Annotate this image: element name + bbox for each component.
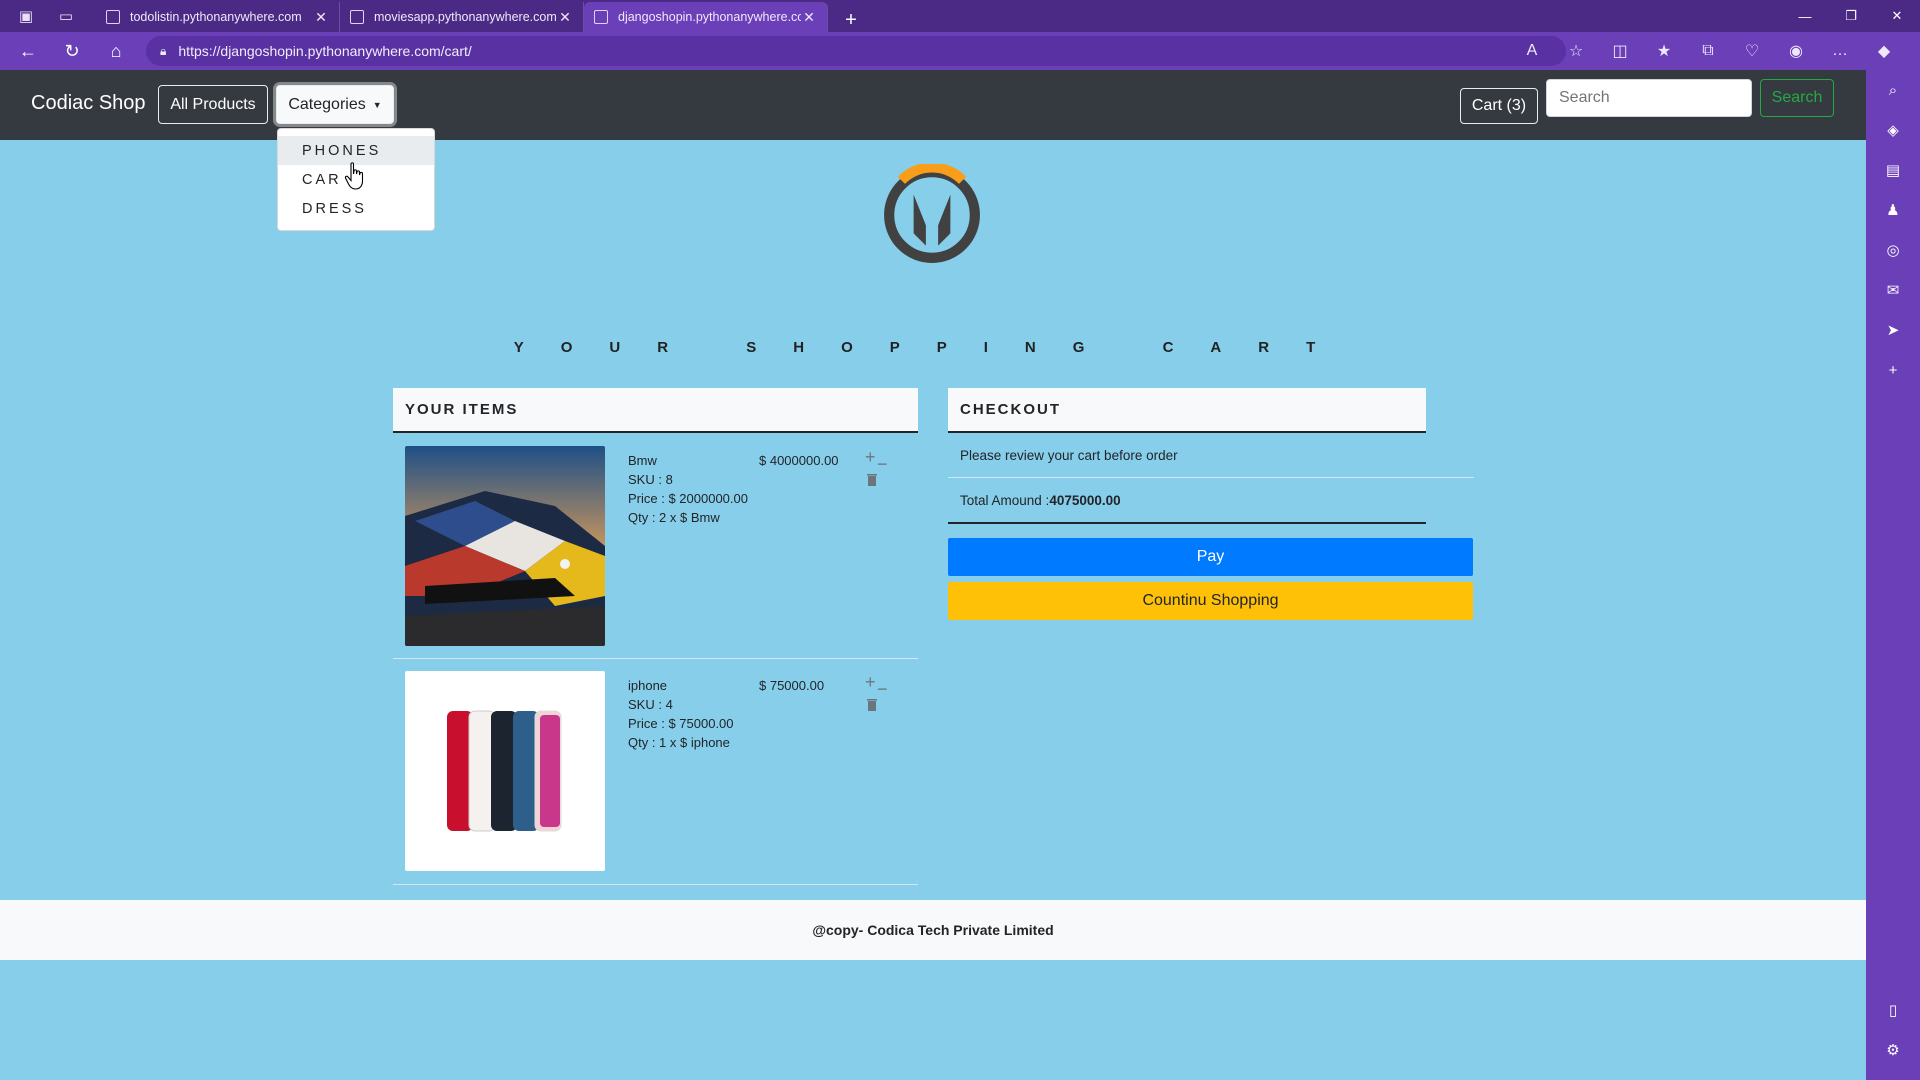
close-icon[interactable]: ✕ [801, 9, 817, 26]
restore-icon[interactable]: ❐ [1828, 0, 1874, 32]
tab-actions-icon[interactable]: ▭ [52, 2, 80, 30]
item-details: Bmw SKU : 8 Price : $ 2000000.00 Qty : 2… [628, 451, 748, 527]
caret-down-icon: ▼ [372, 99, 382, 110]
brand-link[interactable]: Codiac Shop [31, 92, 146, 115]
your-items-header: YOUR ITEMS [393, 388, 918, 433]
increase-plus-icon[interactable]: + [865, 673, 876, 691]
decrease-minus-icon[interactable]: − [877, 680, 888, 698]
page-footer: @copy- Codica Tech Private Limited [0, 900, 1866, 960]
browser-tab-bar: ▣ ▭ todolistin.pythonanywhere.com ✕ movi… [0, 0, 1920, 32]
refresh-icon[interactable]: ↻ [50, 32, 94, 70]
close-window-icon[interactable]: ✕ [1874, 0, 1920, 32]
shopping-tag-icon[interactable]: ◈ [1866, 110, 1920, 150]
total-value: 4075000.00 [1049, 492, 1121, 508]
collections-icon[interactable]: ⧉ [1686, 42, 1730, 60]
item-sku: SKU : 4 [628, 697, 673, 712]
office-icon[interactable]: ◎ [1866, 230, 1920, 270]
pay-button[interactable]: Pay [948, 538, 1473, 576]
read-aloud-icon[interactable]: A [1510, 42, 1554, 60]
cart-item-row: iphone SKU : 4 Price : $ 75000.00 Qty : … [393, 659, 918, 885]
settings-gear-icon[interactable]: ⚙ [1866, 1030, 1920, 1070]
item-total: $ 75000.00 [759, 678, 825, 693]
page-icon [594, 10, 608, 24]
url-bar[interactable]: 🔒︎ https://djangoshopin.pythonanywhere.c… [146, 36, 1566, 66]
all-products-button[interactable]: All Products [158, 85, 268, 124]
tab-title: moviesapp.pythonanywhere.com [374, 10, 557, 24]
tools-icon[interactable]: ▤ [1866, 150, 1920, 190]
page-heading: YOUR SHOPPING CART [513, 339, 1353, 356]
checkout-header: CHECKOUT [948, 388, 1426, 433]
checkout-total: Total Amound : 4075000.00 [948, 478, 1474, 522]
item-actions: + − [861, 448, 895, 488]
new-tab-button[interactable]: + [836, 9, 866, 32]
search-input[interactable] [1546, 79, 1752, 117]
item-qty: Qty : 1 x $ iphone [628, 735, 730, 750]
tab-title: todolistin.pythonanywhere.com [130, 10, 302, 24]
item-price: Price : $ 75000.00 [628, 716, 734, 731]
item-name: Bmw [628, 453, 657, 468]
outlook-icon[interactable]: ✉ [1866, 270, 1920, 310]
close-icon[interactable]: ✕ [557, 9, 573, 26]
toolbar-icons: A ☆ ◫ ★ ⧉ ♡ ◉ … ◆ [1510, 32, 1906, 70]
item-details: iphone SKU : 4 Price : $ 75000.00 Qty : … [628, 676, 748, 752]
favorites-icon[interactable]: ★ [1642, 41, 1686, 61]
browser-tab[interactable]: todolistin.pythonanywhere.com ✕ [96, 2, 340, 32]
copilot-icon[interactable]: ◆ [1862, 41, 1906, 61]
split-screen-icon[interactable]: ◫ [1598, 41, 1642, 61]
page-icon [350, 10, 364, 24]
home-icon[interactable]: ⌂ [94, 32, 138, 70]
total-label: Total Amound : [960, 492, 1050, 508]
page-icon [106, 10, 120, 24]
close-icon[interactable]: ✕ [313, 9, 329, 26]
back-icon[interactable]: ← [6, 32, 50, 70]
url-text: https://djangoshopin.pythonanywhere.com/… [178, 43, 472, 59]
send-icon[interactable]: ➤ [1866, 310, 1920, 350]
tab-title: djangoshopin.pythonanywhere.com [618, 10, 801, 24]
categories-dropdown-button[interactable]: Categories ▼ [276, 85, 394, 124]
continue-shopping-button[interactable]: Countinu Shopping [948, 582, 1473, 620]
increase-plus-icon[interactable]: + [865, 448, 876, 466]
item-sku: SKU : 8 [628, 472, 673, 487]
address-toolbar: ← ↻ ⌂ 🔒︎ https://djangoshopin.pythonanyw… [0, 32, 1920, 70]
checkout-body: Please review your cart before order Tot… [948, 434, 1474, 524]
more-options-icon[interactable]: … [1818, 42, 1862, 60]
item-total: $ 4000000.00 [759, 453, 839, 468]
overwatch-logo [884, 164, 980, 263]
item-actions: + − [861, 673, 895, 713]
tab-strip: todolistin.pythonanywhere.com ✕ moviesap… [96, 0, 866, 32]
hand-cursor-icon [344, 162, 364, 190]
search-button[interactable]: Search [1760, 79, 1834, 117]
profile-icon[interactable]: ◉ [1774, 41, 1818, 61]
browser-tab[interactable]: moviesapp.pythonanywhere.com ✕ [340, 2, 584, 32]
item-qty: Qty : 2 x $ Bmw [628, 510, 720, 525]
trash-icon[interactable] [867, 699, 877, 711]
favorite-star-icon[interactable]: ☆ [1554, 41, 1598, 61]
lock-icon: 🔒︎ [160, 43, 167, 58]
window-controls: — ❐ ✕ [1782, 0, 1920, 32]
iphone-product-image [405, 671, 605, 871]
games-icon[interactable]: ♟ [1866, 190, 1920, 230]
menu-item-phones[interactable]: PHONES [278, 136, 434, 165]
edge-sidebar: ⌕ ◈ ▤ ♟ ◎ ✉ ➤ + ▯ ⚙ [1866, 70, 1920, 1080]
page-viewport: Codiac Shop All Products Categories ▼ Ca… [0, 70, 1866, 1080]
car-product-image [405, 446, 605, 646]
categories-label: Categories [288, 95, 366, 113]
workspaces-icon[interactable]: ▣ [12, 2, 40, 30]
cart-button[interactable]: Cart (3) [1460, 88, 1538, 124]
sidebar-toggle-icon[interactable]: ▯ [1866, 990, 1920, 1030]
trash-icon[interactable] [867, 474, 877, 486]
search-icon[interactable]: ⌕ [1866, 70, 1920, 110]
browser-tab-active[interactable]: djangoshopin.pythonanywhere.com ✕ [584, 2, 828, 32]
checkout-divider [948, 522, 1426, 524]
checkout-note: Please review your cart before order [948, 434, 1474, 478]
cart-item-row: Bmw SKU : 8 Price : $ 2000000.00 Qty : 2… [393, 434, 918, 659]
item-price: Price : $ 2000000.00 [628, 491, 748, 506]
item-name: iphone [628, 678, 668, 693]
decrease-minus-icon[interactable]: − [877, 455, 888, 473]
extensions-icon[interactable]: ♡ [1730, 41, 1774, 61]
menu-item-dress[interactable]: DRESS [278, 194, 434, 223]
minimize-icon[interactable]: — [1782, 0, 1828, 32]
add-icon[interactable]: + [1866, 350, 1920, 390]
